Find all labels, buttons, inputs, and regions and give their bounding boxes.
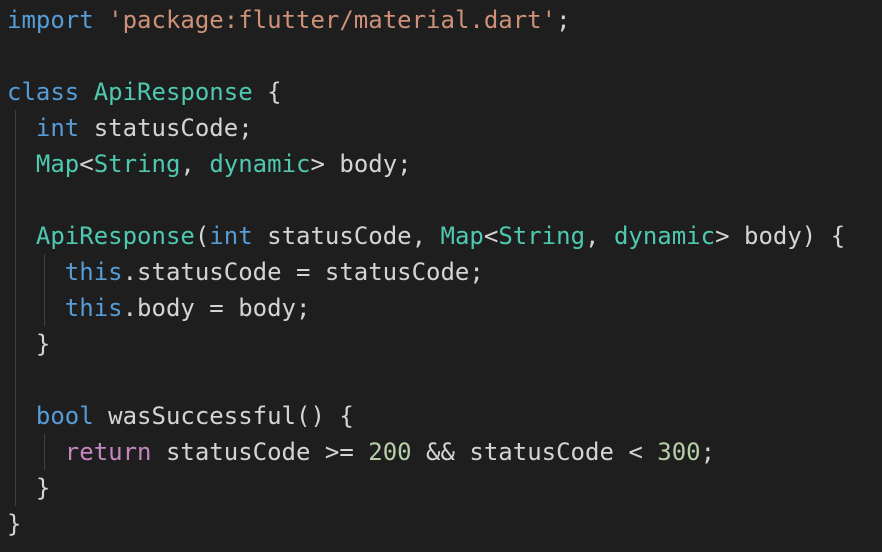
code-token: 200	[368, 438, 412, 466]
code-token: 'package:flutter/material.dart'	[108, 6, 557, 34]
code-token: ApiResponse	[35, 222, 195, 250]
indent-guide	[15, 254, 16, 290]
code-line[interactable]: }	[7, 506, 845, 542]
code-content[interactable]: import 'package:flutter/material.dart'; c…	[7, 2, 845, 542]
indent-guide	[15, 326, 16, 362]
code-line[interactable]: this.body = body;	[7, 290, 845, 326]
code-line[interactable]: return statusCode >= 200 && statusCode <…	[7, 434, 845, 470]
code-token: statusCode >=	[151, 438, 369, 466]
code-token: }	[7, 474, 51, 502]
indent-guide	[15, 182, 16, 218]
code-token: .statusCode = statusCode;	[122, 258, 484, 286]
code-token: wasSuccessful() {	[93, 402, 354, 430]
code-line[interactable]: }	[7, 470, 845, 506]
indent-guide	[44, 290, 45, 326]
code-token: > body;	[310, 150, 412, 178]
indent-guide	[15, 146, 16, 182]
code-line[interactable]	[7, 38, 845, 74]
code-token: return	[64, 438, 152, 466]
code-line[interactable]: this.statusCode = statusCode;	[7, 254, 845, 290]
code-token: statusCode;	[79, 114, 253, 142]
code-token: String	[93, 150, 181, 178]
code-token: ;	[700, 438, 716, 466]
code-token: Map	[35, 150, 80, 178]
code-token: ;	[556, 6, 571, 34]
code-token: class	[7, 78, 80, 106]
indent-guide	[15, 398, 16, 434]
code-token: > body) {	[715, 222, 846, 250]
code-token: {	[252, 78, 282, 106]
code-token: int	[209, 222, 253, 250]
code-token: String	[498, 222, 586, 250]
code-token: statusCode,	[252, 222, 441, 250]
code-token: ,	[180, 150, 210, 178]
code-editor[interactable]: import 'package:flutter/material.dart'; c…	[0, 0, 882, 552]
indent-guide	[15, 290, 16, 326]
code-token: }	[7, 330, 51, 358]
code-token: (	[194, 222, 210, 250]
code-token: }	[7, 510, 22, 538]
code-line[interactable]	[7, 362, 845, 398]
code-line[interactable]: Map<String, dynamic> body;	[7, 146, 845, 182]
code-token: this	[64, 258, 123, 286]
indent-guide	[44, 254, 45, 290]
code-token: int	[35, 114, 80, 142]
indent-guide	[15, 470, 16, 506]
indent-guide	[44, 434, 45, 470]
code-token: bool	[35, 402, 94, 430]
code-line[interactable]	[7, 182, 845, 218]
indent-guide	[15, 362, 16, 398]
indent-guide	[15, 218, 16, 254]
code-token: ,	[585, 222, 614, 250]
code-token: dynamic	[209, 150, 311, 178]
code-token: Map	[440, 222, 484, 250]
code-line[interactable]: bool wasSuccessful() {	[7, 398, 845, 434]
code-line[interactable]: class ApiResponse {	[7, 74, 845, 110]
code-token: && statusCode <	[411, 438, 658, 466]
code-line[interactable]: import 'package:flutter/material.dart';	[7, 2, 845, 38]
indent-guide	[15, 110, 16, 146]
indent-guide	[15, 434, 16, 470]
code-token: dynamic	[613, 222, 716, 250]
code-token: 300	[657, 438, 701, 466]
code-token: this	[64, 294, 123, 322]
code-token: import	[7, 6, 94, 34]
code-line[interactable]: }	[7, 326, 845, 362]
code-token: .body = body;	[122, 294, 311, 322]
code-token: ApiResponse	[93, 78, 253, 106]
code-line[interactable]: int statusCode;	[7, 110, 845, 146]
code-line[interactable]: ApiResponse(int statusCode, Map<String, …	[7, 218, 845, 254]
code-token: <	[483, 222, 499, 250]
code-token: <	[79, 150, 94, 178]
